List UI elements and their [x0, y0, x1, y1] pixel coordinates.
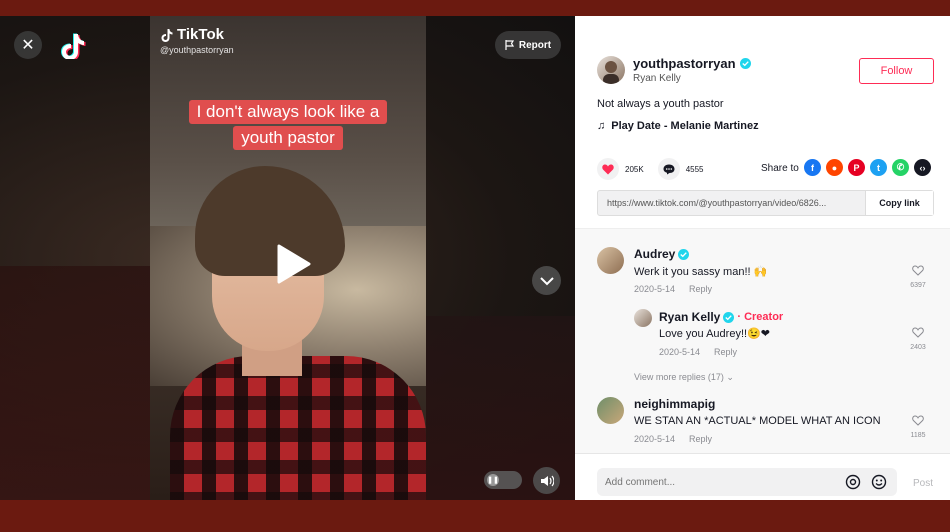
comment-bar: Post: [575, 453, 950, 500]
caption-line-2: youth pastor: [233, 126, 343, 150]
reply-avatar[interactable]: [634, 309, 652, 327]
reddit-icon[interactable]: ●: [826, 159, 843, 176]
comments-list[interactable]: Audrey Werk it you sassy man!! 🙌 2020-5-…: [575, 228, 950, 453]
like-count: 205K: [625, 164, 644, 174]
share-icons: f ● P t ✆ ‹›: [804, 159, 931, 176]
reply-like-count: 2403: [910, 344, 926, 351]
author-avatar[interactable]: [597, 56, 625, 84]
heart-outline-icon: [912, 265, 924, 276]
heart-icon: [602, 164, 614, 174]
share-label: Share to: [761, 163, 799, 174]
reply-text: Love you Audrey!!😉❤: [659, 328, 770, 340]
whatsapp-icon[interactable]: ✆: [892, 159, 909, 176]
comment-like-count: 6397: [910, 282, 926, 289]
comment-like-count: 1185: [910, 432, 926, 439]
volume-button[interactable]: [533, 467, 560, 494]
bottom-border-band: [0, 500, 950, 532]
close-icon: ✕: [21, 37, 35, 54]
comment-date: 2020-5-14: [634, 284, 676, 294]
chevron-down-icon: [539, 276, 554, 285]
verified-badge-icon: [723, 311, 735, 323]
comment-username[interactable]: Audrey: [634, 247, 690, 261]
comment-meta: 2020-5-14 Reply: [634, 434, 712, 444]
like-button[interactable]: [597, 158, 619, 180]
reply-like[interactable]: 2403: [903, 325, 933, 351]
tiktok-watermark: TikTok @youthpastorryan: [160, 26, 234, 55]
comment-avatar[interactable]: [597, 397, 624, 424]
play-icon[interactable]: [273, 244, 313, 284]
mention-icon[interactable]: [845, 474, 861, 490]
top-border-band: [0, 0, 950, 16]
reply-meta: 2020-5-14 Reply: [659, 347, 737, 357]
comment-username[interactable]: neighimmapig: [634, 397, 715, 411]
comment-like[interactable]: 1185: [903, 413, 933, 439]
volume-icon: [540, 475, 554, 486]
author-username[interactable]: youthpastorryan: [633, 56, 751, 71]
reply-username[interactable]: Ryan Kelly · Creator: [659, 310, 783, 324]
watermark-handle: @youthpastorryan: [160, 45, 234, 55]
tiktok-logo-icon[interactable]: [60, 31, 86, 59]
chevron-down-icon: ⌄: [726, 372, 734, 382]
reply-link[interactable]: Reply: [714, 347, 737, 357]
reply-link[interactable]: Reply: [689, 434, 712, 444]
details-panel: youthpastorryan Ryan Kelly Follow Not al…: [575, 16, 950, 500]
video-link-url[interactable]: https://www.tiktok.com/@youthpastorryan/…: [598, 198, 865, 208]
video-area[interactable]: I don't always look like a youth pastor …: [0, 16, 575, 500]
video-caption: I don't always look like a youth pastor: [181, 100, 395, 152]
heart-outline-icon: [912, 327, 924, 338]
comment-like[interactable]: 6397: [903, 263, 933, 289]
comment-date: 2020-5-14: [634, 434, 676, 444]
comment-input-box: [597, 468, 897, 496]
plaid-shirt: [170, 356, 426, 500]
report-button[interactable]: Report: [495, 31, 561, 59]
music-link[interactable]: ♫ Play Date - Melanie Martinez: [597, 120, 759, 132]
next-video-button[interactable]: [532, 266, 561, 295]
video-link-box: https://www.tiktok.com/@youthpastorryan/…: [597, 190, 934, 216]
comment-meta: 2020-5-14 Reply: [634, 284, 712, 294]
caption-line-1: I don't always look like a: [188, 100, 388, 124]
comment-count: 4555: [685, 164, 704, 174]
pause-toggle[interactable]: ❚❚: [484, 471, 522, 489]
view-more-replies[interactable]: View more replies (17) ⌄: [634, 372, 734, 383]
comment-avatar[interactable]: [597, 247, 624, 274]
verified-badge-icon: [678, 248, 690, 260]
heart-outline-icon: [912, 415, 924, 426]
embed-icon[interactable]: ‹›: [914, 159, 931, 176]
reply-date: 2020-5-14: [659, 347, 701, 357]
follow-button[interactable]: Follow: [859, 58, 934, 84]
reply-link[interactable]: Reply: [689, 284, 712, 294]
report-label: Report: [518, 39, 552, 51]
music-note-icon: ♫: [597, 120, 606, 132]
comment-text: WE STAN AN *ACTUAL* MODEL WHAT AN ICON: [634, 415, 881, 427]
watermark-brand: TikTok: [177, 26, 224, 43]
comment-button[interactable]: [657, 158, 680, 180]
tiktok-embed-frame: I don't always look like a youth pastor …: [0, 16, 950, 500]
flag-icon: [505, 40, 514, 50]
comment-bubble-icon: [663, 164, 675, 174]
verified-badge-icon: [739, 58, 751, 69]
pause-icon: ❚❚: [487, 474, 499, 486]
close-button[interactable]: ✕: [14, 31, 42, 59]
emoji-icon[interactable]: [871, 474, 887, 490]
copy-link-button[interactable]: Copy link: [865, 191, 933, 215]
video-description: Not always a youth pastor: [597, 98, 724, 110]
post-button[interactable]: Post: [913, 478, 933, 489]
author-nickname: Ryan Kelly: [633, 73, 681, 84]
post-stats: 205K 4555: [597, 158, 717, 180]
creator-tag: · Creator: [737, 311, 784, 323]
twitter-icon[interactable]: t: [870, 159, 887, 176]
facebook-icon[interactable]: f: [804, 159, 821, 176]
comment-text: Werk it you sassy man!! 🙌: [634, 266, 768, 278]
tiktok-note-icon: [161, 28, 173, 42]
comment-input[interactable]: [597, 476, 845, 488]
pinterest-icon[interactable]: P: [848, 159, 865, 176]
